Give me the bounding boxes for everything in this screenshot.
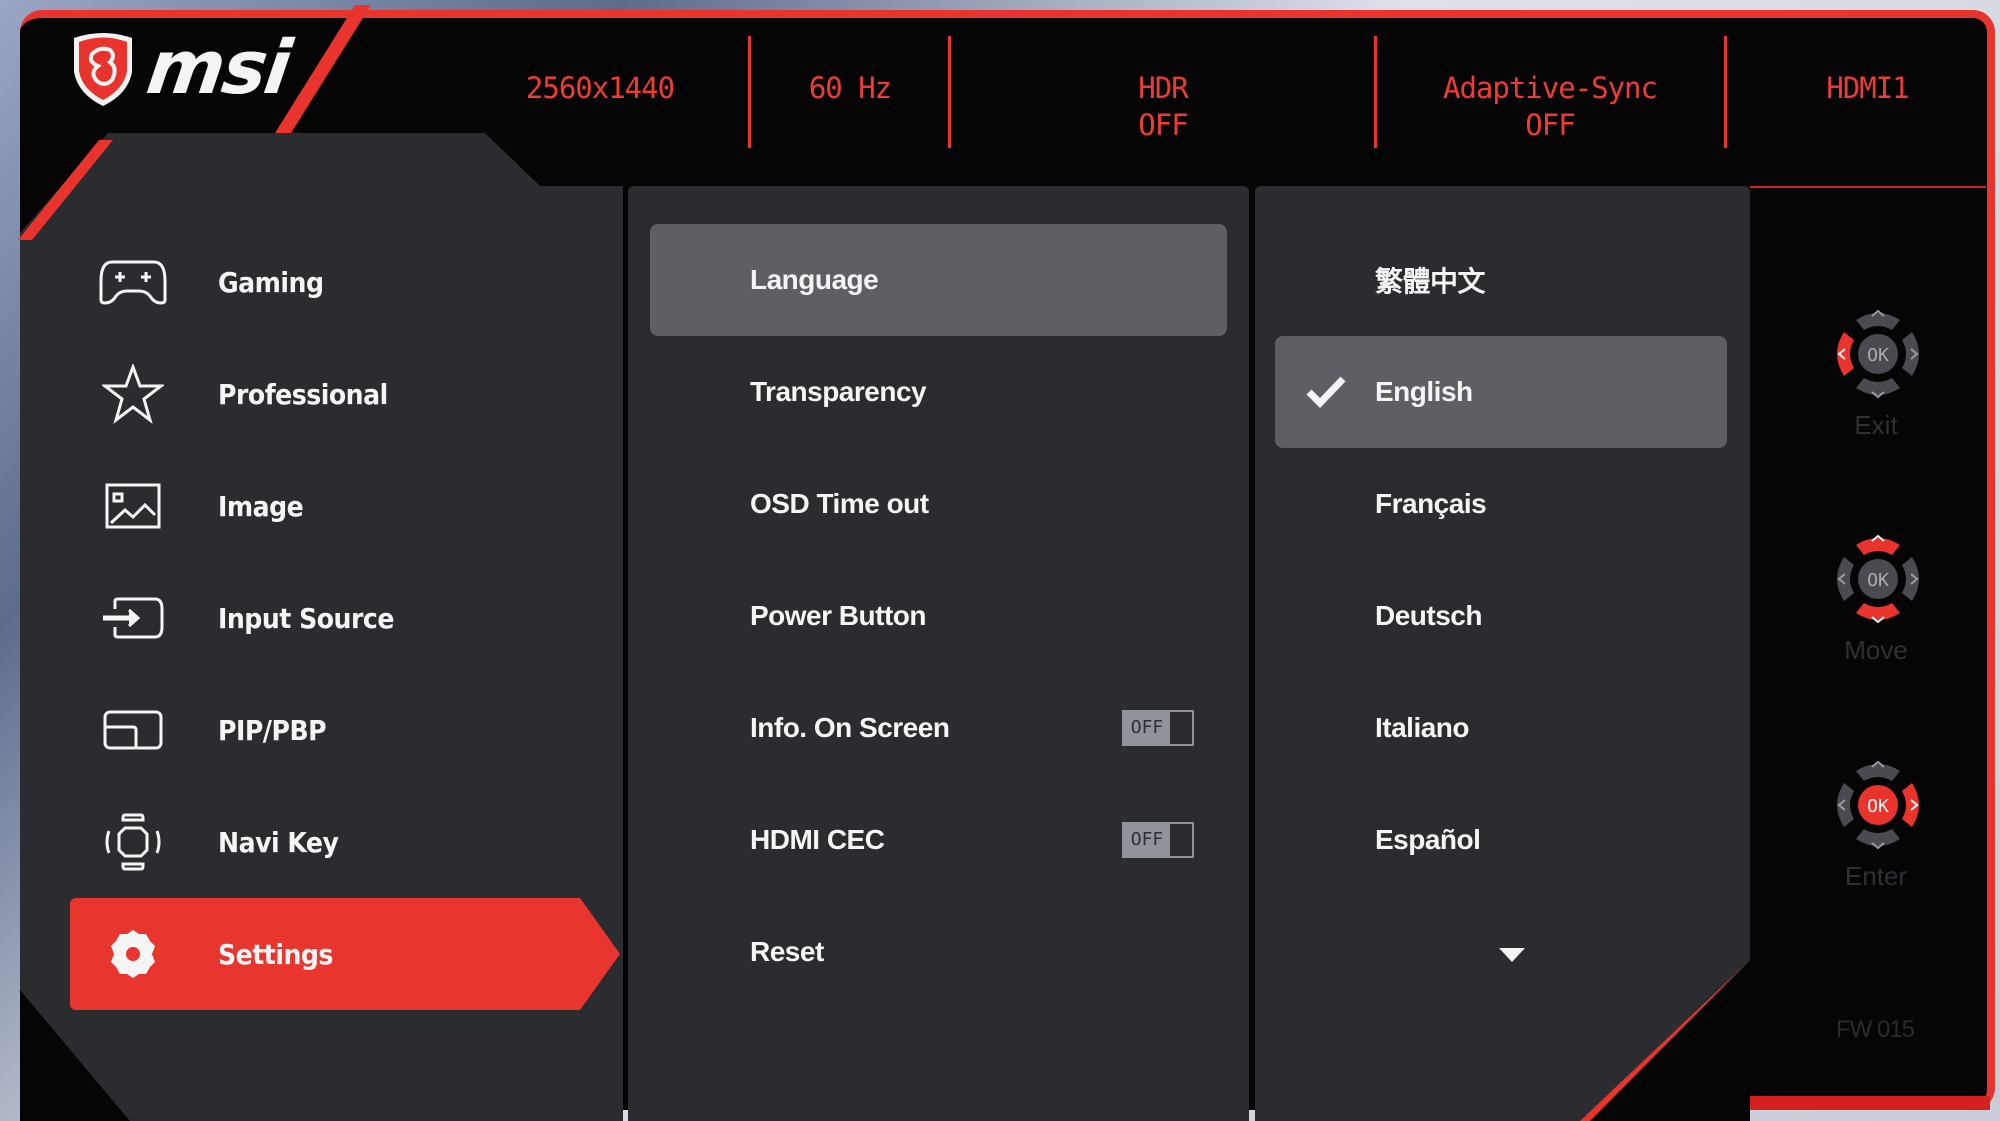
refresh-rate-status: 60 Hz bbox=[808, 71, 892, 105]
input-source-icon bbox=[98, 590, 168, 646]
language-option-french[interactable]: Français bbox=[1275, 448, 1727, 560]
input-status: HDMI1 bbox=[1826, 71, 1909, 105]
submenu-item-reset[interactable]: Reset bbox=[650, 896, 1227, 1008]
key-guide-enter: OK Enter bbox=[1826, 753, 1926, 892]
submenu-item-osd-timeout[interactable]: OSD Time out bbox=[650, 448, 1227, 560]
firmware-version: FW 015 bbox=[1835, 1016, 1915, 1043]
adaptive-sync-status: Adaptive-Sync OFF bbox=[1443, 71, 1658, 142]
menu-item-gaming[interactable]: Gaming bbox=[70, 226, 620, 338]
status-divider bbox=[1374, 36, 1377, 148]
menu-item-settings[interactable]: Settings bbox=[70, 898, 620, 1010]
language-options-panel: 繁體中文 English Français Deutsch Italiano E… bbox=[1255, 186, 1750, 1121]
svg-text:OK: OK bbox=[1867, 570, 1889, 591]
brand-name: msi bbox=[141, 25, 295, 111]
pip-icon bbox=[98, 702, 168, 758]
status-divider bbox=[748, 36, 751, 148]
star-icon bbox=[98, 364, 168, 424]
brand-logo: msi bbox=[70, 25, 295, 111]
navi-key-enter-icon: OK bbox=[1837, 760, 1919, 850]
language-option-italian[interactable]: Italiano bbox=[1275, 672, 1727, 784]
language-option-spanish[interactable]: Español bbox=[1275, 784, 1727, 896]
settings-submenu-panel: Language Transparency OSD Time out Power… bbox=[628, 186, 1249, 1121]
menu-item-pip-pbp[interactable]: PIP/PBP bbox=[70, 674, 620, 786]
key-guide-divider bbox=[1750, 186, 1986, 188]
menu-item-navi-key[interactable]: Navi Key bbox=[70, 786, 620, 898]
submenu-item-info-on-screen[interactable]: Info. On Screen OFF bbox=[650, 672, 1227, 784]
submenu-item-language[interactable]: Language bbox=[650, 224, 1227, 336]
info-on-screen-toggle[interactable]: OFF bbox=[1122, 710, 1194, 746]
msi-dragon-shield-icon bbox=[70, 28, 136, 108]
menu-item-image[interactable]: Image bbox=[70, 450, 620, 562]
language-option-traditional-chinese[interactable]: 繁體中文 bbox=[1275, 224, 1727, 336]
resolution-status: 2560x1440 bbox=[525, 71, 675, 105]
gear-icon bbox=[98, 926, 168, 982]
language-option-german[interactable]: Deutsch bbox=[1275, 560, 1727, 672]
submenu-item-transparency[interactable]: Transparency bbox=[650, 336, 1227, 448]
main-menu-panel: Gaming Professional Image Input Source P… bbox=[20, 133, 623, 1121]
navi-key-move-icon: OK bbox=[1837, 534, 1919, 624]
gamepad-icon bbox=[98, 254, 168, 310]
status-divider bbox=[948, 36, 951, 148]
key-guide-exit: OK Exit bbox=[1826, 302, 1926, 441]
submenu-item-hdmi-cec[interactable]: HDMI CEC OFF bbox=[650, 784, 1227, 896]
submenu-item-power-button[interactable]: Power Button bbox=[650, 560, 1227, 672]
triangle-down-icon[interactable] bbox=[1499, 948, 1525, 962]
hdmi-cec-toggle[interactable]: OFF bbox=[1122, 822, 1194, 858]
hdr-status: HDR OFF bbox=[1138, 71, 1188, 142]
status-divider bbox=[1724, 36, 1727, 148]
svg-text:OK: OK bbox=[1867, 345, 1889, 366]
svg-text:OK: OK bbox=[1867, 796, 1889, 817]
checkmark-icon bbox=[1305, 374, 1347, 410]
menu-item-input-source[interactable]: Input Source bbox=[70, 562, 620, 674]
menu-item-professional[interactable]: Professional bbox=[70, 338, 620, 450]
navi-key-icon bbox=[98, 813, 168, 871]
image-icon bbox=[98, 478, 168, 534]
key-guide-move: OK Move bbox=[1826, 527, 1926, 666]
navi-key-exit-icon: OK bbox=[1837, 309, 1919, 399]
language-option-english[interactable]: English bbox=[1275, 336, 1727, 448]
